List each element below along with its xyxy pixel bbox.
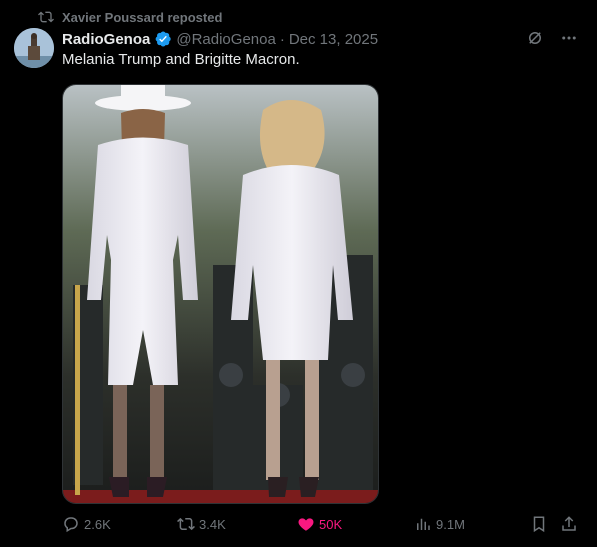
author-name[interactable]: RadioGenoa: [62, 31, 150, 48]
views-icon: [417, 518, 430, 530]
share-icon: [562, 516, 576, 531]
views-button[interactable]: 9.1M: [414, 515, 465, 533]
grok-icon[interactable]: [525, 28, 545, 48]
action-bar: 2.6K 3.4K 50K 9.1M: [62, 512, 579, 536]
post-image[interactable]: [62, 84, 379, 504]
more-options-icon[interactable]: [559, 28, 579, 48]
post-text: Melania Trump and Brigitte Macron.: [62, 51, 300, 68]
reply-icon: [64, 517, 78, 533]
repost-indicator[interactable]: Xavier Poussard reposted: [38, 8, 222, 26]
verified-badge-icon[interactable]: [154, 30, 172, 48]
bookmark-button[interactable]: [530, 515, 548, 533]
repost-button[interactable]: 3.4K: [177, 515, 226, 533]
avatar[interactable]: [14, 28, 54, 68]
share-button[interactable]: [560, 515, 578, 533]
repost-icon: [38, 11, 54, 23]
repost-count: 3.4K: [199, 516, 226, 532]
header-separator: ·: [279, 30, 285, 48]
like-button[interactable]: 50K: [297, 515, 342, 533]
heart-icon: [298, 518, 314, 531]
like-count: 50K: [319, 516, 343, 532]
repost-text: Xavier Poussard reposted: [62, 9, 223, 25]
author-handle[interactable]: @RadioGenoa: [176, 31, 275, 48]
repost-action-icon: [177, 517, 195, 531]
bookmark-icon: [533, 516, 545, 533]
reply-count: 2.6K: [84, 516, 111, 532]
photo-illustration: [63, 85, 378, 503]
tweet[interactable]: Xavier Poussard reposted RadioGenoa @Rad…: [0, 0, 597, 547]
avatar-image: [14, 28, 54, 68]
reply-button[interactable]: 2.6K: [62, 515, 111, 533]
post-date[interactable]: Dec 13, 2025: [289, 31, 378, 48]
views-count: 9.1M: [436, 516, 465, 532]
tweet-header: RadioGenoa @RadioGenoa · Dec 13, 2025: [62, 29, 537, 49]
